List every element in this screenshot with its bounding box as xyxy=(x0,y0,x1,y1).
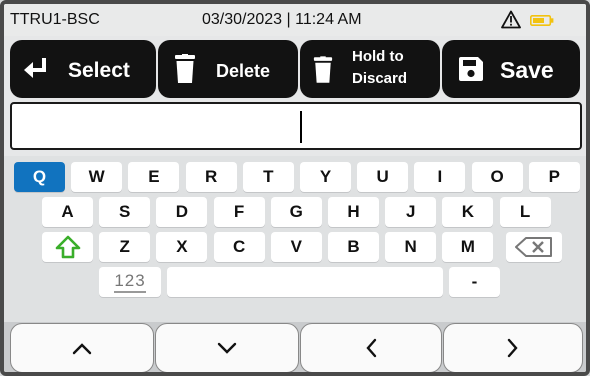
key-v[interactable]: V xyxy=(270,232,322,262)
key-label: R xyxy=(204,167,218,186)
key-label: I xyxy=(437,167,443,186)
key-label: G xyxy=(289,202,303,221)
discard-label-line2: Discard xyxy=(352,70,408,87)
key-label: K xyxy=(461,202,475,221)
nav-right-button[interactable] xyxy=(443,323,583,372)
key-label: Y xyxy=(319,167,332,186)
key-f[interactable]: F xyxy=(213,197,265,227)
key-label: B xyxy=(347,237,360,256)
delete-button[interactable]: Delete xyxy=(158,40,298,98)
key-j[interactable]: J xyxy=(385,197,437,227)
discard-label-line1: Hold to xyxy=(352,48,404,65)
device-screen: TTRU1-BSC 03/30/2023 | 11:24 AM Select D… xyxy=(0,0,590,376)
key-o[interactable]: O xyxy=(471,162,523,192)
key-label: Z xyxy=(119,237,130,256)
key-label: C xyxy=(232,237,246,256)
nav-bar xyxy=(4,322,586,372)
key-label: A xyxy=(61,202,74,221)
key-label: E xyxy=(148,167,160,186)
chevron-left-icon xyxy=(366,338,377,358)
key-label: O xyxy=(490,167,504,186)
key-label: V xyxy=(290,237,302,256)
key-label: N xyxy=(404,237,417,256)
key-a[interactable]: A xyxy=(42,197,93,227)
key-label: X xyxy=(176,237,188,256)
enter-arrow-icon xyxy=(24,58,46,78)
key-label: H xyxy=(347,202,360,221)
nav-down-button[interactable] xyxy=(155,323,299,372)
select-label: Select xyxy=(68,59,130,82)
key-x[interactable]: X xyxy=(156,232,208,262)
select-button[interactable]: Select xyxy=(10,40,156,98)
shift-arrow-icon xyxy=(55,235,80,259)
save-button[interactable]: Save xyxy=(442,40,580,98)
backspace-icon xyxy=(515,237,552,257)
key-m[interactable]: M xyxy=(442,232,494,262)
key-w[interactable]: W xyxy=(71,162,123,192)
key-b[interactable]: B xyxy=(328,232,379,262)
key-label: Q xyxy=(32,167,47,186)
key-label: P xyxy=(548,167,560,186)
key-h[interactable]: H xyxy=(328,197,379,227)
key-label: U xyxy=(376,167,389,186)
key-label: T xyxy=(263,167,274,186)
key-g[interactable]: G xyxy=(270,197,322,227)
backspace-key[interactable] xyxy=(506,232,562,262)
key-q[interactable]: Q xyxy=(14,162,65,192)
key-u[interactable]: U xyxy=(357,162,409,192)
key-z[interactable]: Z xyxy=(99,232,151,262)
floppy-disk-icon xyxy=(459,57,483,81)
trash-icon xyxy=(313,56,333,83)
text-caret xyxy=(300,111,302,143)
key-c[interactable]: C xyxy=(213,232,265,262)
key-label: D xyxy=(175,202,189,221)
save-label: Save xyxy=(500,57,554,83)
key-label: W xyxy=(88,167,105,186)
dash-key[interactable]: - xyxy=(449,267,500,297)
key-label: F xyxy=(233,202,245,221)
key-y[interactable]: Y xyxy=(300,162,351,192)
shift-key[interactable] xyxy=(42,232,93,262)
key-p[interactable]: P xyxy=(528,162,580,192)
key-n[interactable]: N xyxy=(385,232,437,262)
dash-key-label: - xyxy=(471,272,478,291)
status-bar: TTRU1-BSC 03/30/2023 | 11:24 AM xyxy=(4,4,586,36)
key-label: M xyxy=(460,237,475,256)
device-name: TTRU1-BSC xyxy=(10,11,100,28)
chevron-right-icon xyxy=(507,338,518,358)
key-d[interactable]: D xyxy=(156,197,208,227)
key-k[interactable]: K xyxy=(442,197,494,227)
hold-to-discard-button[interactable]: Hold to Discard xyxy=(300,40,440,98)
key-label: J xyxy=(405,202,416,221)
numbers-key-label: 123 xyxy=(114,271,146,293)
text-entry-field[interactable] xyxy=(10,102,582,150)
key-label: L xyxy=(519,202,531,221)
key-s[interactable]: S xyxy=(99,197,151,227)
status-datetime: 03/30/2023 | 11:24 AM xyxy=(202,11,362,28)
space-key[interactable] xyxy=(167,267,443,297)
numbers-key[interactable]: 123 xyxy=(99,267,161,297)
trash-icon xyxy=(175,54,195,83)
key-r[interactable]: R xyxy=(185,162,237,192)
chevron-up-icon xyxy=(72,343,92,355)
delete-label: Delete xyxy=(216,61,271,81)
battery-icon xyxy=(530,15,554,26)
nav-up-button[interactable] xyxy=(10,323,154,372)
key-e[interactable]: E xyxy=(128,162,180,192)
nav-left-button[interactable] xyxy=(300,323,442,372)
key-i[interactable]: I xyxy=(414,162,466,192)
toolbar: Select Delete Hold to Discard Save xyxy=(8,40,582,98)
key-l[interactable]: L xyxy=(499,197,551,227)
warning-triangle-icon xyxy=(501,10,521,29)
key-label: S xyxy=(119,202,131,221)
chevron-down-icon xyxy=(217,342,237,354)
key-t[interactable]: T xyxy=(242,162,294,192)
